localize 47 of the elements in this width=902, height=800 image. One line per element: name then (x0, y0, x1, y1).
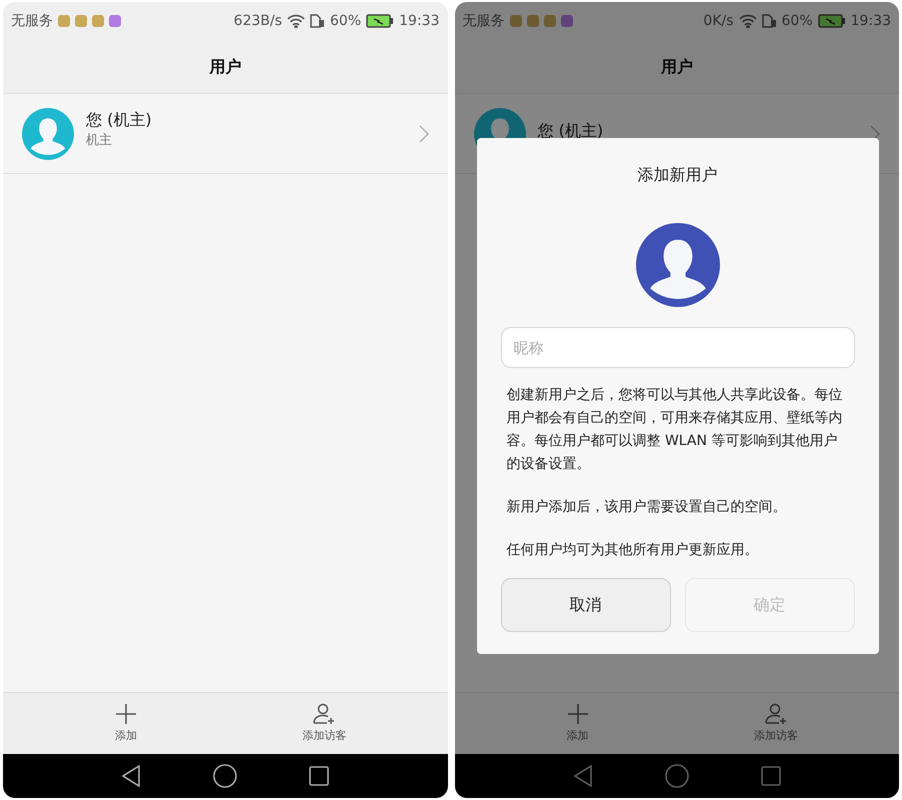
toolbar-button[interactable]: 添加访客 (225, 693, 424, 754)
plus-icon (566, 702, 590, 726)
avatar-icon (636, 223, 720, 307)
carrier-text: 无服务 (11, 12, 53, 30)
plus-icon (114, 702, 138, 726)
battery-charging-icon (818, 14, 846, 28)
sim-card-icon (310, 14, 326, 28)
notification-icon (526, 15, 538, 27)
home-icon[interactable] (213, 764, 238, 788)
nickname-input-field[interactable]: 昵称 (500, 327, 854, 368)
wifi-icon (287, 14, 306, 28)
add-person-icon (312, 702, 336, 726)
wifi-icon (738, 14, 757, 28)
avatar-icon (22, 108, 74, 160)
battery-percent: 60% (782, 12, 813, 30)
battery-percent: 60% (330, 12, 362, 30)
clock-time: 19:33 (399, 12, 440, 30)
dialog-message: 任何用户均可为其他所有用户更新应用。 (506, 541, 760, 560)
user-name: 您 (机主) (538, 121, 604, 140)
notification-icon (58, 15, 70, 27)
network-speed: 623B/s (234, 12, 282, 30)
carrier-text: 无服务 (462, 12, 504, 30)
chevron-right-icon (418, 124, 428, 142)
toolbar-button[interactable]: 添加 (478, 693, 677, 754)
back-icon[interactable] (121, 765, 142, 787)
network-speed: 0K/s (703, 12, 734, 30)
battery-charging-icon (366, 14, 394, 28)
dialog-message: 创建新用户之后，您将可以与其他人共享此设备。每位用户都会有自己的空间，可用来存储其应用、壁纸等内容。每位用户都可以调整 WLAN 等可影响到其他用户的设备设置。 (506, 386, 844, 474)
user-name: 您 (机主) (86, 110, 153, 130)
notification-icon (510, 15, 522, 27)
user-role: 机主 (86, 132, 113, 150)
clock-time: 19:33 (850, 12, 891, 30)
notification-icon (75, 15, 87, 27)
recent-apps-icon[interactable] (309, 766, 330, 786)
notification-icon (544, 15, 556, 27)
page-title: 用户 (660, 56, 693, 78)
page-title: 用户 (209, 56, 242, 78)
add-person-icon (764, 702, 788, 726)
user-list-item[interactable]: 您 (机主) 机主 (3, 94, 448, 174)
toolbar-button[interactable]: 添加访客 (676, 693, 875, 754)
dialog-button[interactable]: 取消 (500, 578, 670, 632)
notification-icon (109, 15, 121, 27)
sim-card-icon (762, 14, 777, 28)
dialog-message: 新用户添加后，该用户需要设置自己的空间。 (506, 498, 788, 517)
toolbar-button[interactable]: 添加 (27, 693, 226, 754)
notification-icon (560, 15, 572, 27)
notification-icon (92, 15, 104, 27)
